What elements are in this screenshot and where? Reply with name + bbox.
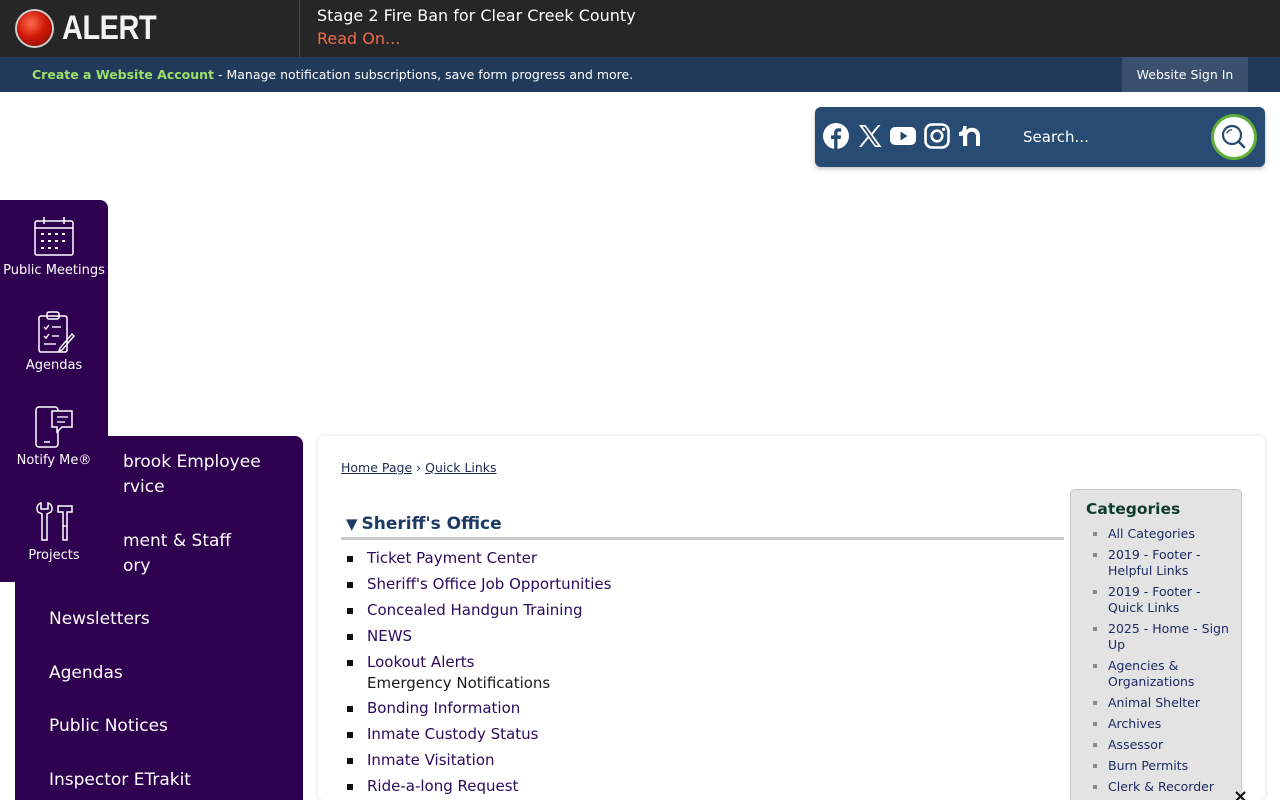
tray-item-projects[interactable]: Projects	[0, 500, 108, 563]
list-item[interactable]: Inmate Visitation	[346, 750, 611, 776]
x-icon[interactable]	[856, 122, 884, 150]
category-link[interactable]: Clerk & Recorder	[1092, 779, 1232, 795]
breadcrumb: Home Page › Quick Links	[341, 460, 497, 475]
breadcrumb-separator: ›	[416, 460, 422, 475]
breadcrumb-quick-links-link[interactable]: Quick Links	[425, 460, 496, 475]
phone-icon	[35, 406, 73, 448]
list-item[interactable]: Lookout Alerts Emergency Notifications	[346, 652, 611, 698]
quick-links-tray: Public Meetings Agendas Notify Me® Proje…	[0, 200, 108, 582]
tray-item-label: Notify Me®	[16, 453, 92, 468]
categories-panel: Categories All Categories 2019 - Footer …	[1070, 489, 1242, 800]
category-link[interactable]: Agencies & Organizations	[1092, 658, 1232, 690]
tray-item-agendas[interactable]: Agendas	[0, 310, 108, 373]
category-link[interactable]: Assessor	[1092, 737, 1232, 753]
list-item[interactable]: Sheriff's Office Job Opportunities	[346, 574, 611, 600]
category-link[interactable]: All Categories	[1092, 526, 1232, 542]
category-link[interactable]: Animal Shelter	[1092, 695, 1232, 711]
tray-item-label: Projects	[28, 548, 80, 563]
menu-item-label: brook Employee	[123, 452, 261, 472]
section-title: Sheriff's Office	[361, 514, 502, 534]
create-account-link[interactable]: Create a Website Account	[32, 67, 214, 82]
tray-item-notify-me[interactable]: Notify Me®	[0, 405, 108, 468]
main-content: Home Page › Quick Links ▼ Sheriff's Offic…	[318, 436, 1265, 800]
account-description: - Manage notification subscriptions, sav…	[214, 67, 634, 82]
alert-badge: ALERT	[0, 0, 300, 57]
tray-item-label: Public Meetings	[3, 263, 105, 278]
tray-item-label: Agendas	[25, 358, 83, 373]
list-item[interactable]: Ticket Payment Center	[346, 548, 611, 574]
instagram-icon[interactable]	[923, 122, 951, 150]
social-search-bar: Search...	[815, 107, 1265, 167]
alert-light-icon	[17, 11, 52, 46]
menu-item-label: ory	[123, 556, 151, 576]
category-link[interactable]: Archives	[1092, 716, 1232, 732]
alert-title[interactable]: Stage 2 Fire Ban for Clear Creek County	[317, 6, 636, 25]
search-input[interactable]: Search...	[1023, 128, 1089, 146]
tools-icon	[36, 502, 73, 541]
account-bar: Create a Website Account - Manage notifi…	[0, 57, 1280, 92]
list-item-subtitle: Emergency Notifications	[367, 674, 551, 692]
section-header-sheriffs-office[interactable]: ▼ Sheriff's Office	[341, 514, 1064, 540]
list-item[interactable]: Ride-a-long Request	[346, 776, 611, 800]
list-item[interactable]: Concealed Handgun Training	[346, 600, 611, 626]
alert-label: ALERT	[62, 9, 157, 47]
search-button[interactable]	[1211, 114, 1257, 160]
list-item-label: Lookout Alerts	[367, 653, 475, 671]
category-link[interactable]: 2019 - Footer - Helpful Links	[1092, 547, 1232, 579]
youtube-icon[interactable]	[889, 122, 917, 150]
menu-item-public-notices[interactable]: Public Notices	[49, 714, 168, 739]
category-link[interactable]: Burn Permits	[1092, 758, 1232, 774]
menu-item-agendas[interactable]: Agendas	[49, 661, 123, 686]
list-item[interactable]: Bonding Information	[346, 698, 611, 724]
menu-item-staff-directory[interactable]: ment & Staff ory	[123, 529, 231, 579]
facebook-icon[interactable]	[822, 122, 850, 150]
category-link[interactable]: 2019 - Footer - Quick Links	[1092, 584, 1232, 616]
breadcrumb-home-link[interactable]: Home Page	[341, 460, 412, 475]
calendar-icon	[34, 217, 74, 256]
website-sign-in-button[interactable]: Website Sign In	[1122, 57, 1248, 92]
clipboard-icon	[38, 311, 75, 353]
menu-item-label: rvice	[123, 477, 165, 497]
list-item[interactable]: NEWS	[346, 626, 611, 652]
categories-title: Categories	[1086, 500, 1181, 518]
category-link[interactable]: 2025 - Home - Sign Up	[1092, 621, 1232, 653]
search-icon	[1221, 124, 1246, 149]
account-message: Create a Website Account - Manage notifi…	[32, 67, 633, 82]
nextdoor-icon[interactable]	[956, 122, 984, 150]
menu-item-employee-service[interactable]: brook Employee rvice	[123, 450, 261, 500]
categories-list: All Categories 2019 - Footer - Helpful L…	[1092, 526, 1232, 800]
menu-item-inspector-etrakit[interactable]: Inspector ETrakit	[49, 768, 191, 793]
close-icon[interactable]: ×	[1233, 786, 1248, 800]
list-item[interactable]: Inmate Custody Status	[346, 724, 611, 750]
menu-item-newsletters[interactable]: Newsletters	[49, 607, 150, 632]
menu-item-label: ment & Staff	[123, 531, 232, 551]
tray-item-public-meetings[interactable]: Public Meetings	[0, 215, 108, 278]
quick-links-list: Ticket Payment Center Sheriff's Office J…	[346, 548, 611, 800]
collapse-triangle-icon: ▼	[346, 515, 358, 533]
alert-read-on-link[interactable]: Read On...	[317, 29, 400, 48]
alert-bar: ALERT Stage 2 Fire Ban for Clear Creek C…	[0, 0, 1280, 57]
